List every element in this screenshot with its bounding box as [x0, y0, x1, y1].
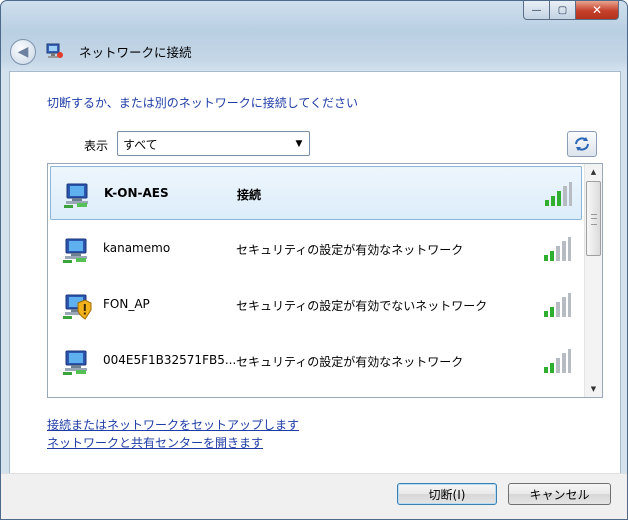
- network-wizard-icon: [46, 43, 63, 58]
- signal-strength-icon: [544, 293, 571, 317]
- maximize-button[interactable]: ▢: [550, 1, 576, 20]
- maximize-icon: ▢: [557, 4, 568, 16]
- network-list[interactable]: K-ON-AES 接続 kanamemo セキュリティの設定が有効なネットワーク…: [47, 163, 603, 398]
- grip-icon: [591, 214, 597, 225]
- setup-connection-link[interactable]: 接続またはネットワークをセットアップします: [47, 416, 299, 433]
- signal-strength-icon: [544, 237, 571, 261]
- network-status: セキュリティの設定が有効なネットワーク: [236, 243, 464, 257]
- network-name: kanamemo: [103, 241, 171, 255]
- filter-dropdown[interactable]: すべて ▼: [117, 131, 310, 156]
- network-connected-icon: [64, 183, 88, 208]
- network-row[interactable]: 004E5F1B32571FB5... セキュリティの設定が有効なネットワーク: [50, 334, 582, 388]
- back-button[interactable]: ◀: [10, 39, 36, 65]
- network-status: セキュリティの設定が有効でないネットワーク: [236, 299, 488, 313]
- close-icon: ✕: [591, 3, 603, 17]
- navigation-bar: ◀ ネットワークに接続: [1, 31, 627, 71]
- network-connect-window: — ▢ ✕ ◀ ネットワークに接続 切断するか、または別のネットワークに接続して…: [0, 0, 628, 520]
- scroll-down-icon[interactable]: ▼: [585, 381, 602, 397]
- minimize-icon: —: [531, 4, 542, 16]
- network-unsecured-icon: [63, 294, 92, 320]
- disconnect-button[interactable]: 切断(I): [397, 483, 497, 505]
- vertical-scrollbar[interactable]: ▲ ▼: [584, 164, 602, 397]
- minimize-button[interactable]: —: [523, 1, 550, 20]
- network-status: 接続: [237, 188, 262, 202]
- network-row[interactable]: K-ON-AES 接続: [50, 166, 582, 220]
- network-name: 004E5F1B32571FB5...: [103, 353, 237, 367]
- window-title: ネットワークに接続: [79, 45, 192, 60]
- scroll-thumb[interactable]: [586, 181, 601, 256]
- filter-label: 表示: [84, 139, 109, 153]
- instruction-text: 切断するか、または別のネットワークに接続してください: [47, 96, 359, 110]
- sharing-center-link[interactable]: ネットワークと共有センターを開きます: [47, 434, 263, 451]
- filter-selected-value: すべて: [123, 138, 158, 152]
- cancel-button[interactable]: キャンセル: [508, 483, 611, 505]
- network-row[interactable]: kanamemo セキュリティの設定が有効なネットワーク: [50, 222, 582, 276]
- signal-strength-icon: [544, 349, 571, 373]
- back-arrow-icon: ◀: [17, 44, 29, 60]
- content-area: 切断するか、または別のネットワークに接続してください 表示 すべて ▼ K-ON…: [9, 71, 621, 474]
- caption-buttons: — ▢ ✕: [523, 1, 619, 20]
- signal-strength-icon: [545, 182, 572, 206]
- close-button[interactable]: ✕: [576, 1, 619, 20]
- button-bar: 切断(I) キャンセル: [1, 473, 627, 519]
- network-row[interactable]: FON_AP セキュリティの設定が有効でないネットワーク: [50, 278, 582, 332]
- network-name: K-ON-AES: [104, 186, 169, 200]
- refresh-icon: [575, 137, 589, 151]
- network-name: FON_AP: [103, 297, 150, 311]
- chevron-down-icon[interactable]: ▼: [289, 132, 309, 155]
- network-icon: [63, 238, 87, 263]
- refresh-button[interactable]: [567, 131, 597, 157]
- scroll-up-icon[interactable]: ▲: [585, 164, 602, 180]
- network-status: セキュリティの設定が有効なネットワーク: [236, 355, 464, 369]
- title-bar[interactable]: — ▢ ✕: [1, 1, 627, 29]
- network-icon: [63, 350, 87, 375]
